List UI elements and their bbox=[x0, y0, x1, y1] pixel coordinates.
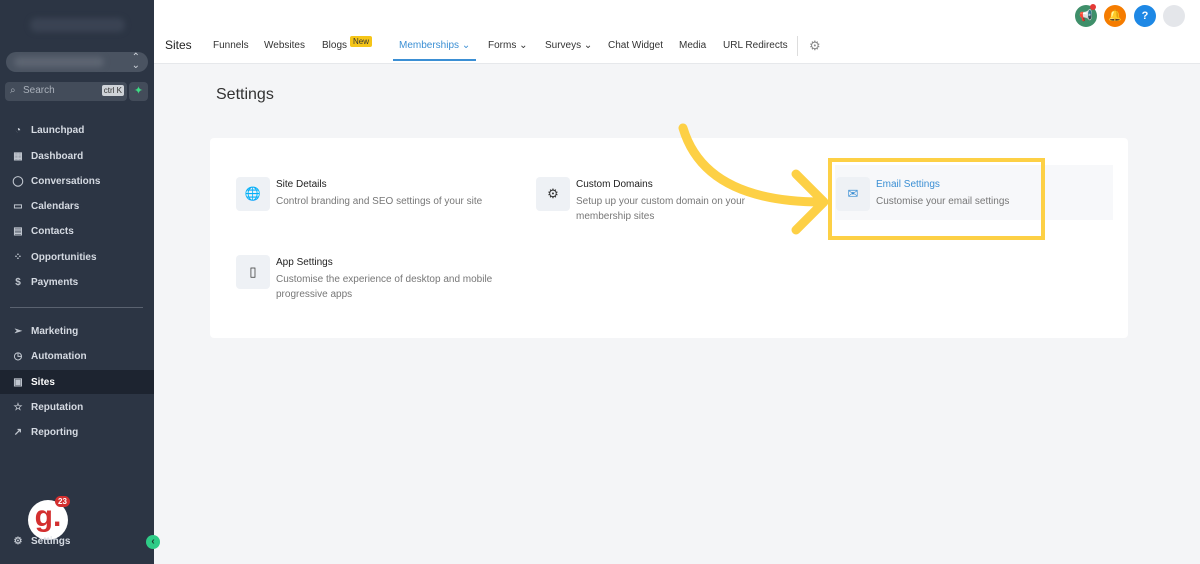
sidebar-item-settings[interactable]: ⚙ Settings bbox=[0, 529, 154, 553]
sidebar-item-payments[interactable]: $ Payments bbox=[0, 270, 154, 294]
page-title: Settings bbox=[216, 86, 274, 103]
chevron-down-icon: ⌄ bbox=[583, 40, 593, 51]
email-settings-hover-bg bbox=[835, 165, 1113, 220]
sidebar-item-opportunities[interactable]: ⁘ Opportunities bbox=[0, 245, 154, 269]
calendar-icon: ▭ bbox=[13, 200, 23, 212]
page-section-title: Sites bbox=[165, 38, 192, 52]
send-icon: ➢ bbox=[13, 325, 23, 337]
sidebar-item-automation[interactable]: ◷ Automation bbox=[0, 344, 154, 368]
tab-memberships[interactable]: Memberships ⌄ bbox=[392, 40, 477, 61]
launchpad-icon: ◔ bbox=[14, 124, 22, 136]
search-input[interactable]: ⌕ Search ctrl K bbox=[5, 82, 127, 101]
phone-icon: ▯ bbox=[236, 255, 270, 289]
sidebar-item-reputation[interactable]: ☆ Reputation bbox=[0, 395, 154, 419]
sites-icon: ▣ bbox=[13, 376, 23, 388]
avatar[interactable] bbox=[1163, 5, 1185, 27]
gear-icon: ⚙ bbox=[536, 177, 570, 211]
location-switcher[interactable]: ⌃ ⌄ bbox=[6, 52, 148, 72]
search-icon: ⌕ bbox=[10, 85, 16, 96]
tab-chat-widget[interactable]: Chat Widget bbox=[608, 40, 663, 51]
tab-websites[interactable]: Websites bbox=[264, 40, 305, 51]
bell-icon[interactable]: 🔔 bbox=[1104, 5, 1126, 27]
account-name-blurred bbox=[30, 18, 125, 32]
chevron-down-icon: ⌄ bbox=[461, 40, 471, 51]
star-icon: ☆ bbox=[13, 401, 23, 413]
contacts-icon: ▤ bbox=[13, 225, 23, 237]
chat-icon: ◯ bbox=[12, 175, 24, 187]
sidebar-divider bbox=[10, 307, 143, 308]
sidebar-item-contacts[interactable]: ▤ Contacts bbox=[0, 219, 154, 243]
chevron-updown-icon: ⌃ ⌄ bbox=[131, 52, 140, 71]
sidebar-item-marketing[interactable]: ➢ Marketing bbox=[0, 319, 154, 343]
sidebar-item-launchpad[interactable]: ◔ Launchpad bbox=[0, 118, 154, 142]
globe-icon: 🌐 bbox=[236, 177, 270, 211]
sidebar-item-dashboard[interactable]: ▦ Dashboard bbox=[0, 144, 154, 168]
automation-icon: ◷ bbox=[13, 350, 23, 362]
gear-icon: ⚙ bbox=[13, 535, 23, 547]
payments-icon: $ bbox=[15, 276, 21, 288]
tab-blogs[interactable]: Blogs bbox=[322, 40, 347, 51]
top-nav: Sites Funnels Websites Blogs New Members… bbox=[154, 0, 1200, 64]
sidebar: ⌃ ⌄ ⌕ Search ctrl K ✦ ◔ Launchpad ▦ Dashboard… bbox=[0, 0, 154, 564]
tab-funnels[interactable]: Funnels bbox=[213, 40, 249, 51]
ai-sparkle-button[interactable]: ✦ bbox=[129, 82, 148, 101]
tab-media[interactable]: Media bbox=[679, 40, 706, 51]
dashboard-icon: ▦ bbox=[13, 150, 23, 162]
sidebar-item-sites[interactable]: ▣ Sites bbox=[0, 370, 154, 394]
opportunities-icon: ⁘ bbox=[13, 251, 23, 263]
shortcut-hint: ctrl K bbox=[101, 85, 124, 96]
new-badge: New bbox=[350, 36, 373, 47]
sidebar-item-calendars[interactable]: ▭ Calendars bbox=[0, 194, 154, 218]
mail-icon: ✉ bbox=[836, 177, 870, 211]
divider bbox=[797, 36, 798, 56]
unread-dot bbox=[1090, 4, 1096, 10]
settings-gear-icon[interactable]: ⚙ bbox=[809, 38, 821, 54]
help-button[interactable]: ? bbox=[1134, 5, 1156, 27]
chart-icon: ↗ bbox=[13, 426, 23, 438]
collapse-sidebar-button[interactable]: ‹ bbox=[146, 535, 160, 549]
tab-surveys[interactable]: Surveys ⌄ bbox=[545, 40, 592, 51]
sidebar-item-reporting[interactable]: ↗ Reporting bbox=[0, 420, 154, 444]
sidebar-item-conversations[interactable]: ◯ Conversations bbox=[0, 169, 154, 193]
tab-forms[interactable]: Forms ⌄ bbox=[488, 40, 528, 51]
tab-url-redirects[interactable]: URL Redirects bbox=[723, 40, 788, 51]
chevron-down-icon: ⌄ bbox=[519, 40, 528, 51]
notification-count-badge: 23 bbox=[55, 496, 70, 507]
